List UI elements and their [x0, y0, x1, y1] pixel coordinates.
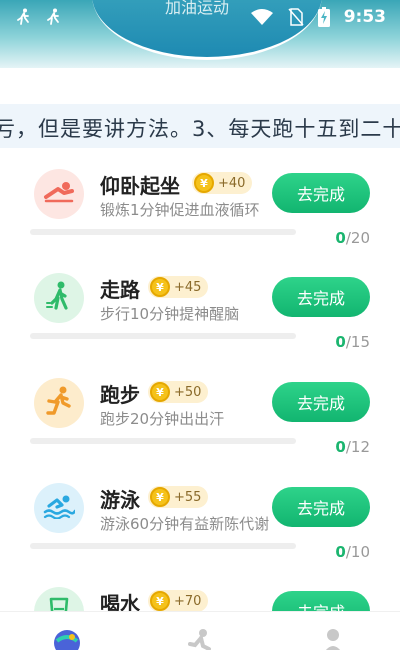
task-name: 仰卧起坐	[100, 174, 180, 198]
running-icon	[44, 386, 74, 420]
task-item-walking: 走路 ¥ +45 步行10分钟提神醒脑 去完成 0/15	[0, 270, 400, 375]
situp-icon	[42, 179, 76, 209]
task-icon-circle	[34, 169, 84, 219]
profile-icon	[321, 628, 345, 650]
go-complete-button[interactable]: 去完成	[272, 173, 370, 213]
battery-charging-icon	[317, 7, 330, 27]
task-desc: 跑步20分钟出出汗	[100, 410, 225, 428]
task-name: 喝水	[100, 592, 140, 611]
task-item-water: 喝水 ¥ +70 去完成	[0, 584, 400, 611]
task-done-count: 0	[335, 333, 346, 351]
nav-item-profile[interactable]	[303, 612, 363, 650]
go-complete-button[interactable]: 去完成	[272, 277, 370, 317]
coin-icon: ¥	[194, 173, 214, 193]
task-name: 走路	[100, 278, 140, 302]
status-bar-left	[16, 6, 62, 28]
coin-points: +50	[174, 384, 202, 400]
task-total-count: /10	[345, 543, 370, 561]
coin-icon: ¥	[150, 487, 170, 507]
task-done-count: 0	[335, 229, 346, 247]
sport-home-icon	[52, 628, 82, 650]
task-desc: 步行10分钟提神醒脑	[100, 305, 240, 323]
status-time: 9:53	[343, 7, 386, 27]
coin-icon: ¥	[150, 277, 170, 297]
tip-banner: 亏，但是要讲方法。3、每天跑十五到二十	[0, 104, 400, 148]
coin-points: +45	[174, 279, 202, 295]
go-complete-button[interactable]: 去完成	[272, 382, 370, 422]
status-bar-right: 9:53	[250, 6, 386, 28]
coin-points: +70	[174, 593, 202, 609]
coin-badge: ¥ +40	[192, 172, 253, 194]
task-item-running: 跑步 ¥ +50 跑步20分钟出出汗 去完成 0/12	[0, 375, 400, 480]
coin-points: +40	[218, 175, 246, 191]
coin-icon: ¥	[150, 382, 170, 402]
header-title: 加油运动	[165, 0, 230, 17]
coin-badge: ¥ +45	[148, 276, 209, 298]
coin-icon: ¥	[150, 591, 170, 611]
nav-item-home[interactable]	[37, 612, 97, 650]
task-icon-circle	[34, 587, 84, 611]
coin-badge: ¥ +70	[148, 590, 209, 611]
nav-item-exercise[interactable]	[170, 612, 230, 650]
task-done-count: 0	[335, 543, 346, 561]
task-icon-circle	[34, 273, 84, 323]
swimming-icon	[43, 493, 77, 523]
task-desc: 锻炼1分钟促进血液循环	[100, 201, 260, 219]
progress-track	[30, 438, 296, 444]
coin-badge: ¥ +55	[148, 486, 209, 508]
no-sim-icon	[288, 8, 304, 26]
task-total-count: /15	[345, 333, 370, 351]
task-total-count: /12	[345, 438, 370, 456]
running-man-icon	[186, 628, 214, 650]
task-count: 0/10	[335, 543, 370, 561]
task-total-count: /20	[345, 229, 370, 247]
coin-points: +55	[174, 489, 202, 505]
water-cup-icon	[48, 597, 70, 611]
progress-track	[30, 333, 296, 339]
app-header: 加油运动 9:53	[0, 0, 400, 68]
task-icon-circle	[34, 378, 84, 428]
coin-badge: ¥ +50	[148, 381, 209, 403]
go-complete-button[interactable]: 去完成	[272, 591, 370, 611]
task-item-situp: 仰卧起坐 ¥ +40 锻炼1分钟促进血液循环 去完成 0/20	[0, 166, 400, 271]
walking-icon	[46, 281, 72, 315]
walking-notification-icon-2	[46, 8, 62, 26]
task-name: 游泳	[100, 488, 140, 512]
task-done-count: 0	[335, 438, 346, 456]
task-count: 0/15	[335, 333, 370, 351]
progress-track	[30, 543, 296, 549]
task-count: 0/20	[335, 229, 370, 247]
walking-notification-icon	[16, 8, 32, 26]
go-complete-button[interactable]: 去完成	[272, 487, 370, 527]
wifi-icon	[250, 8, 274, 26]
task-desc: 游泳60分钟有益新陈代谢	[100, 515, 270, 533]
progress-track	[30, 229, 296, 235]
task-name: 跑步	[100, 383, 140, 407]
task-icon-circle	[34, 483, 84, 533]
tip-text: 亏，但是要讲方法。3、每天跑十五到二十	[0, 117, 400, 141]
task-item-swimming: 游泳 ¥ +55 游泳60分钟有益新陈代谢 去完成 0/10	[0, 480, 400, 585]
bottom-nav	[0, 611, 400, 650]
task-count: 0/12	[335, 438, 370, 456]
